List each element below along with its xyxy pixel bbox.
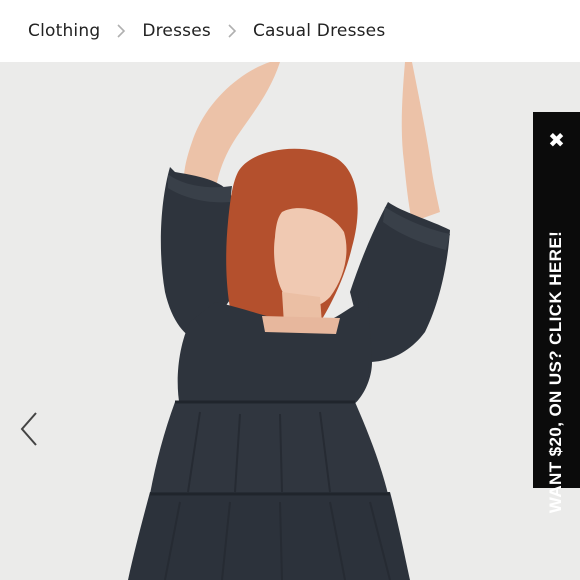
previous-image-button[interactable] [14,406,44,452]
breadcrumb-casual-dresses[interactable]: Casual Dresses [253,21,385,41]
breadcrumb-clothing[interactable]: Clothing [28,21,100,41]
model-wearing-dress-illustration [128,62,450,580]
breadcrumb-dresses[interactable]: Dresses [142,21,211,41]
product-image[interactable] [0,62,580,580]
chevron-right-icon [110,20,132,42]
chevron-left-icon [20,412,37,446]
breadcrumb: Clothing Dresses Casual Dresses [0,0,580,62]
promo-text[interactable]: WANT $20, ON US? CLICK HERE! [546,231,566,513]
promo-banner[interactable]: ✖ WANT $20, ON US? CLICK HERE! [533,112,580,513]
close-icon[interactable]: ✖ [533,126,580,154]
chevron-right-icon [221,20,243,42]
